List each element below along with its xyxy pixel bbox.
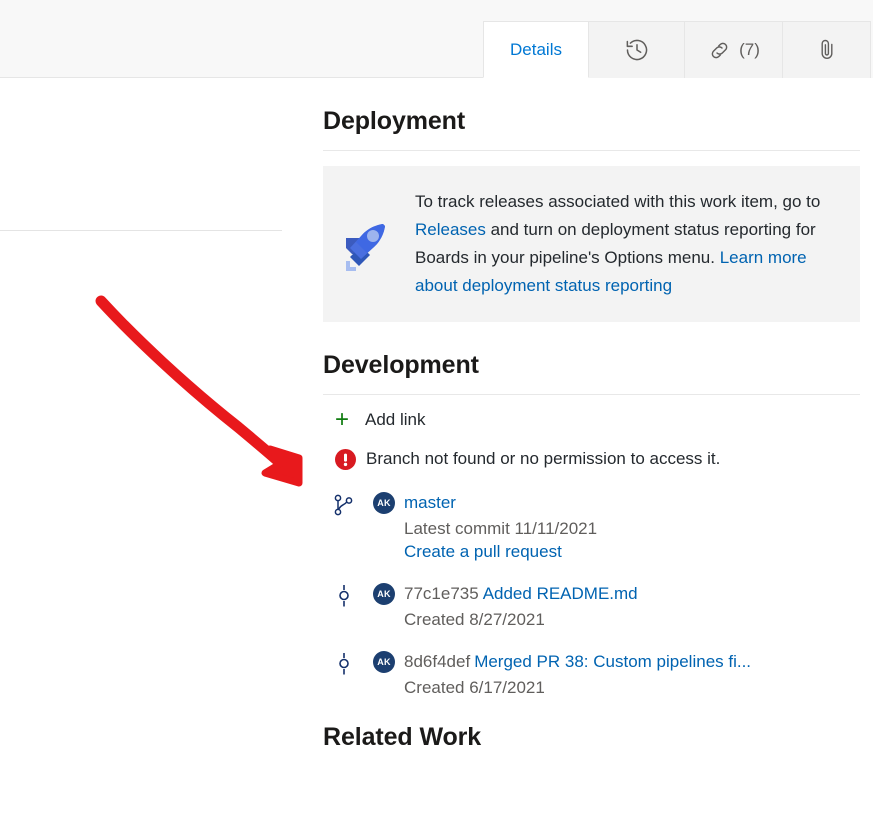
tab-links-count: (7) (739, 40, 760, 60)
branch-error-message: Branch not found or no permission to acc… (366, 449, 720, 469)
commit-message: Added README.md (483, 584, 638, 603)
development-divider (323, 394, 860, 395)
tab-links[interactable]: (7) (684, 21, 783, 78)
list-item: AK master Latest commit 11/11/2021 Creat… (323, 491, 861, 562)
commit-message: Merged PR 38: Custom pipelines fi... (474, 652, 751, 671)
add-link-label: Add link (365, 410, 425, 430)
commit-head: AK 77c1e735Added README.md (373, 582, 861, 606)
tab-history[interactable] (588, 21, 685, 78)
details-content: Deployment To track releases associated … (320, 78, 873, 834)
avatar: AK (373, 583, 395, 605)
history-icon (624, 37, 650, 63)
create-pull-request-link[interactable]: Create a pull request (373, 542, 861, 562)
tab-attachments[interactable] (782, 21, 871, 78)
deployment-info-text: To track releases associated with this w… (415, 188, 842, 300)
left-pane (0, 78, 320, 834)
branch-error-row: Branch not found or no permission to acc… (323, 439, 861, 479)
link-icon (707, 38, 732, 63)
commit-head: AK 8d6f4defMerged PR 38: Custom pipeline… (373, 650, 861, 674)
releases-link[interactable]: Releases (415, 220, 486, 239)
commit-link[interactable]: 8d6f4defMerged PR 38: Custom pipelines f… (404, 652, 751, 672)
branch-subtitle: Latest commit 11/11/2021 (373, 519, 861, 539)
branch-head: AK master (373, 491, 861, 515)
paperclip-icon (815, 37, 839, 63)
rocket-icon (337, 216, 393, 272)
branch-icon (333, 493, 355, 517)
avatar: AK (373, 492, 395, 514)
add-link-button[interactable]: + Add link (323, 401, 861, 439)
tab-details-label: Details (510, 40, 562, 60)
commit-subtitle: Created 8/27/2021 (373, 610, 861, 630)
deployment-divider (323, 150, 860, 151)
work-item-details-panel: Updated by Andrew Vanilsomi Nov 8 Detail… (0, 0, 873, 834)
development-section-title: Development (323, 322, 861, 382)
left-pane-divider (0, 230, 282, 231)
deployment-section-title: Deployment (323, 78, 861, 138)
header-strip (0, 0, 483, 78)
avatar: AK (373, 651, 395, 673)
commit-subtitle: Created 6/17/2021 (373, 678, 861, 698)
deployment-text-part1: To track releases associated with this w… (415, 192, 820, 211)
commit-icon (333, 584, 355, 608)
deployment-info-box: To track releases associated with this w… (323, 166, 860, 322)
commit-link[interactable]: 77c1e735Added README.md (404, 584, 638, 604)
commit-icon (333, 652, 355, 676)
branch-name-link[interactable]: master (404, 493, 456, 513)
work-item-tabs: Details (7) (483, 0, 873, 78)
list-item: AK 8d6f4defMerged PR 38: Custom pipeline… (323, 650, 861, 698)
tab-details[interactable]: Details (483, 21, 589, 78)
commit-sha: 77c1e735 (404, 584, 479, 603)
commit-sha: 8d6f4def (404, 652, 470, 671)
related-work-section-title: Related Work (323, 698, 861, 754)
plus-icon: + (335, 408, 357, 432)
error-icon (335, 449, 356, 470)
development-list: + Add link Branch not found or no permis… (323, 401, 861, 698)
list-item: AK 77c1e735Added README.md Created 8/27/… (323, 582, 861, 630)
